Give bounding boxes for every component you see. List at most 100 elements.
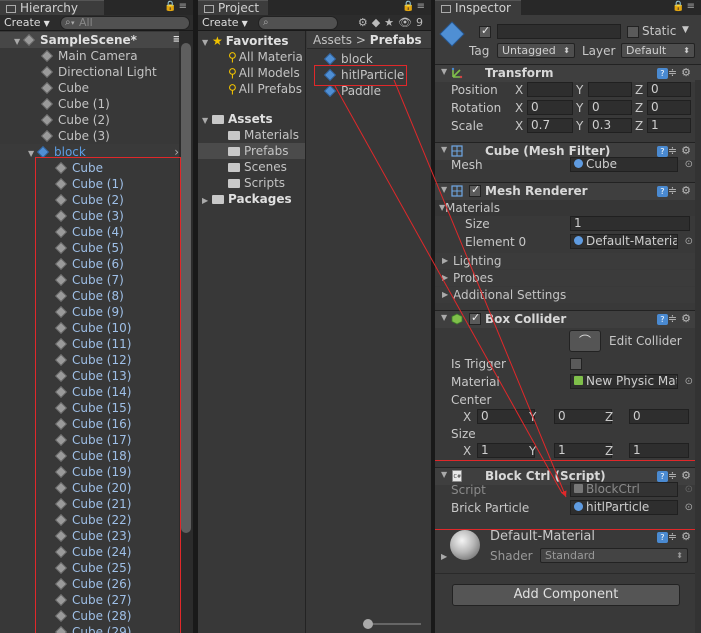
gear-icon[interactable]: ⚙	[681, 184, 695, 197]
component-actions[interactable]: ? ≑⚙	[656, 66, 695, 79]
collider-center-y-field[interactable]: 0	[554, 409, 612, 424]
favorite-item[interactable]: ⚲ All Prefabs	[198, 81, 305, 97]
hierarchy-scrollbar[interactable]	[179, 31, 193, 633]
favorites-header[interactable]: ▼ ★ Favorites	[198, 33, 305, 49]
transform-header[interactable]: ▼ Transform ? ≑⚙	[435, 64, 701, 82]
sliders-icon[interactable]: ≑	[668, 312, 681, 325]
materials-size-field[interactable]: 1	[570, 216, 690, 231]
hierarchy-item[interactable]: Cube (3)	[0, 128, 193, 144]
scene-row[interactable]: ▼ SampleScene* ≡	[0, 32, 193, 48]
object-name-input[interactable]	[497, 24, 621, 39]
collider-size-z-field[interactable]: 1	[629, 443, 689, 458]
project-search-input[interactable]: ⌕	[258, 16, 338, 30]
transform-position-z-field[interactable]: 0	[647, 82, 691, 97]
mesh-renderer-header[interactable]: ▼ Mesh Renderer ?≑⚙	[435, 182, 701, 200]
materials-foldout[interactable]: ▼ Materials	[435, 200, 701, 216]
tab-lock-icon[interactable]: 🔒≡	[402, 1, 427, 12]
component-actions[interactable]: ? ≑⚙	[656, 184, 695, 197]
mesh-field[interactable]: Cube	[570, 157, 678, 172]
folder-item[interactable]: Materials	[198, 127, 305, 143]
help-icon[interactable]: ?	[656, 146, 668, 157]
breadcrumb-assets[interactable]: Assets	[313, 33, 352, 47]
transform-position-y-field[interactable]	[588, 82, 632, 97]
collider-center-x-field[interactable]: 0	[477, 409, 535, 424]
help-icon[interactable]: ?	[656, 186, 668, 197]
active-checkbox[interactable]	[479, 24, 491, 38]
transform-scale-x-field[interactable]: 0.7	[527, 118, 573, 133]
element0-field[interactable]: Default-Materia	[570, 234, 678, 249]
sliders-icon[interactable]: ≑	[668, 144, 681, 157]
filter-type-icon[interactable]: ⚙	[358, 16, 372, 29]
chevron-right-icon[interactable]: ▶	[441, 552, 447, 561]
hierarchy-create-button[interactable]: Create ▼	[4, 16, 50, 30]
edit-collider-button[interactable]: ⌒	[569, 330, 601, 352]
hierarchy-item[interactable]: Main Camera	[0, 48, 193, 64]
hierarchy-item[interactable]: Directional Light	[0, 64, 193, 80]
tab-lock-icon[interactable]: 🔒≡	[164, 1, 189, 12]
eye-icon[interactable]: 👁	[398, 16, 416, 29]
gear-icon[interactable]: ⚙	[681, 312, 695, 325]
chevron-right-icon[interactable]: ▶	[442, 287, 448, 303]
help-icon[interactable]: ?	[656, 314, 668, 325]
chevron-right-icon[interactable]: ▶	[442, 270, 448, 286]
hierarchy-item[interactable]: Cube (1)	[0, 96, 193, 112]
transform-scale-z-field[interactable]: 1	[647, 118, 691, 133]
hierarchy-item[interactable]: Cube	[0, 80, 193, 96]
collider-center-z-field[interactable]: 0	[629, 409, 689, 424]
gear-icon[interactable]: ⚙	[681, 144, 695, 157]
transform-scale-y-field[interactable]: 0.3	[588, 118, 632, 133]
collider-size-x-field[interactable]: 1	[477, 443, 535, 458]
icon-size-slider[interactable]	[363, 619, 421, 629]
box-collider-header[interactable]: ▼ Box Collider ?≑⚙	[435, 310, 701, 328]
project-create-button[interactable]: Create ▼	[202, 16, 248, 30]
probes-foldout[interactable]: ▶ Probes	[435, 270, 701, 286]
transform-position-x-field[interactable]	[527, 82, 573, 97]
packages-header[interactable]: ▶ Packages	[198, 191, 305, 207]
static-checkbox[interactable]	[627, 26, 639, 38]
chevron-down-icon[interactable]: ▼	[441, 67, 447, 76]
tab-lock-icon[interactable]: 🔒≡	[672, 1, 697, 12]
gear-icon[interactable]: ⚙	[681, 530, 695, 543]
hierarchy-search-input[interactable]: ⌕ ▾ All	[60, 16, 190, 30]
collider-size-y-field[interactable]: 1	[554, 443, 612, 458]
folder-item[interactable]: Prefabs	[198, 143, 305, 159]
mesh-renderer-enabled-checkbox[interactable]	[469, 183, 481, 197]
sliders-icon[interactable]: ≑	[668, 66, 681, 79]
chevron-down-icon[interactable]: ▼	[441, 313, 447, 322]
favorite-item[interactable]: ⚲ All Materia	[198, 49, 305, 65]
gear-icon[interactable]: ⚙	[681, 66, 695, 79]
help-icon[interactable]: ?	[656, 532, 668, 543]
filter-label-icon[interactable]: ◆	[372, 16, 384, 29]
is-trigger-checkbox[interactable]	[570, 358, 582, 370]
chevron-down-icon[interactable]: ▼	[441, 145, 447, 154]
scrollbar-thumb[interactable]	[181, 43, 191, 533]
favorite-item[interactable]: ⚲ All Models	[198, 65, 305, 81]
chevron-right-icon[interactable]: ▶	[202, 193, 212, 209]
object-picker-icon[interactable]: ⊙	[685, 376, 693, 387]
material-actions[interactable]: ? ≑⚙	[656, 530, 695, 543]
assets-header[interactable]: ▼ Assets	[198, 111, 305, 127]
chevron-down-icon[interactable]: ▼	[682, 25, 689, 35]
physic-material-field[interactable]: New Physic Mat	[570, 374, 678, 389]
additional-settings-foldout[interactable]: ▶ Additional Settings	[435, 287, 701, 303]
tab-inspector[interactable]: Inspector	[435, 0, 521, 15]
tab-project[interactable]: Project	[198, 0, 268, 15]
breadcrumb-prefabs[interactable]: Prefabs	[370, 33, 422, 47]
chevron-right-icon[interactable]: ▶	[442, 253, 448, 269]
shader-dropdown[interactable]: Standard ⬍	[540, 548, 688, 563]
object-picker-icon[interactable]: ⊙	[685, 159, 693, 170]
sliders-icon[interactable]: ≑	[668, 530, 681, 543]
hierarchy-item[interactable]: Cube (2)	[0, 112, 193, 128]
component-actions[interactable]: ? ≑⚙	[656, 312, 695, 325]
star-filter-icon[interactable]: ★	[384, 16, 398, 29]
sliders-icon[interactable]: ≑	[668, 184, 681, 197]
tab-hierarchy[interactable]: Hierarchy	[0, 0, 104, 15]
slider-knob[interactable]	[363, 619, 373, 629]
tag-dropdown[interactable]: Untagged ⬍	[497, 43, 575, 58]
transform-rotation-y-field[interactable]: 0	[588, 100, 632, 115]
folder-item[interactable]: Scenes	[198, 159, 305, 175]
chevron-down-icon[interactable]: ▼	[441, 185, 447, 194]
folder-item[interactable]: Scripts	[198, 175, 305, 191]
transform-rotation-x-field[interactable]: 0	[527, 100, 573, 115]
object-picker-icon[interactable]: ⊙	[685, 236, 693, 247]
